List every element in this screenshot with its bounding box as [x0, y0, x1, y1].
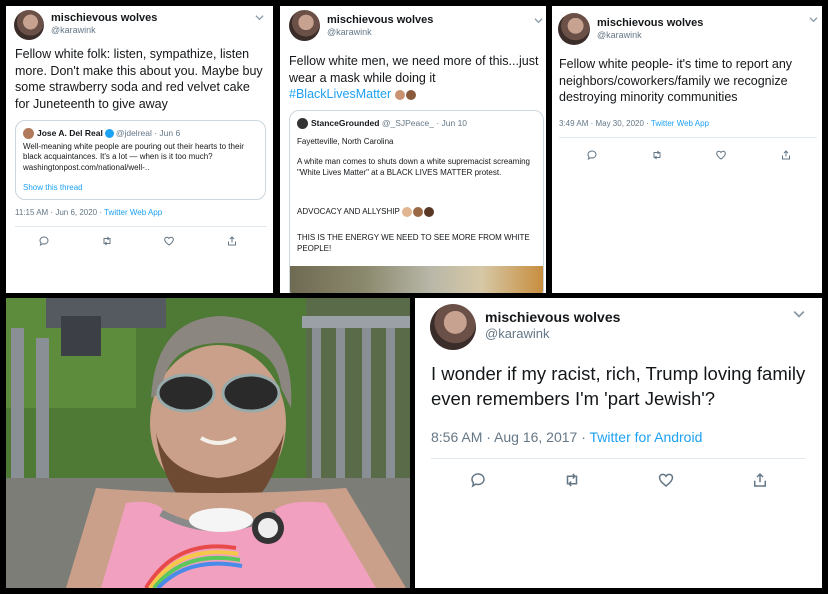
chevron-down-icon[interactable] — [793, 307, 805, 325]
tweet-card-4: mischievous wolves @karawink I wonder if… — [415, 298, 822, 588]
tweet-timestamp: 3:49 AM · May 30, 2020 · Twitter Web App — [559, 119, 710, 128]
quote-text: A white man comes to shuts down a white … — [297, 157, 530, 177]
action-bar — [586, 149, 792, 161]
raised-fist-emojis — [394, 89, 416, 100]
action-bar — [38, 235, 238, 247]
quote-name: StanceGrounded — [311, 118, 380, 128]
share-icon[interactable] — [751, 471, 769, 489]
tweet-text: I wonder if my racist, rich, Trump lovin… — [431, 363, 806, 409]
share-icon[interactable] — [226, 235, 238, 247]
tweet-card-2: mischievous wolves @karawink Fellow whit… — [280, 6, 546, 293]
retweet-icon[interactable] — [563, 471, 581, 489]
profile-photo — [6, 298, 410, 588]
chevron-down-icon[interactable] — [255, 9, 264, 27]
avatar[interactable] — [289, 10, 320, 41]
quote-avatar — [23, 128, 34, 140]
user-handle[interactable]: @karawink — [327, 27, 372, 37]
chevron-down-icon[interactable] — [809, 11, 818, 29]
share-icon[interactable] — [780, 149, 792, 161]
retweet-icon[interactable] — [651, 149, 663, 161]
quote-location: Fayetteville, North Carolina — [297, 137, 394, 146]
user-handle[interactable]: @karawink — [485, 326, 550, 341]
tweet-text: Fellow white men, we need more of this..… — [289, 54, 539, 101]
tweet-text: Fellow white people- it's time to report… — [559, 57, 793, 104]
quote-handle: @_SJPeace_ · Jun 10 — [381, 118, 468, 128]
quote-text-2: THIS IS THE ENERGY WE NEED TO SEE MORE F… — [297, 233, 530, 253]
quote-line: ADVOCACY AND ALLYSHIP — [297, 207, 434, 217]
tweet-card-3: mischievous wolves @karawink Fellow whit… — [552, 6, 822, 293]
tweet-timestamp: 11:15 AM · Jun 6, 2020 · Twitter Web App — [15, 208, 163, 217]
avatar[interactable] — [14, 10, 44, 40]
verified-icon — [104, 129, 114, 139]
show-thread-link[interactable]: Show this thread — [23, 183, 83, 192]
quoted-tweet[interactable]: StanceGrounded @_SJPeace_ · Jun 10 Fayet… — [289, 110, 544, 293]
divider — [15, 226, 267, 227]
client-link[interactable]: Twitter Web App — [104, 208, 162, 217]
tweet-text: Fellow white folk: listen, sympathize, l… — [15, 47, 263, 111]
user-handle[interactable]: @karawink — [597, 30, 642, 40]
like-icon[interactable] — [163, 235, 175, 247]
tweet-timestamp: 8:56 AM · Aug 16, 2017 · Twitter for And… — [431, 429, 703, 445]
like-icon[interactable] — [657, 471, 675, 489]
display-name[interactable]: mischievous wolves — [485, 309, 620, 325]
tweet-card-1: mischievous wolves @karawink Fellow whit… — [6, 6, 273, 293]
quoted-tweet[interactable]: Jose A. Del Real @jdelreal · Jun 6 Well-m… — [15, 120, 266, 200]
photo-illustration — [6, 298, 410, 588]
chevron-down-icon[interactable] — [534, 12, 543, 30]
avatar[interactable] — [558, 13, 590, 45]
action-bar — [469, 471, 769, 489]
quote-handle: @jdelreal · Jun 6 — [115, 128, 181, 138]
divider — [431, 458, 805, 459]
quote-name: Jose A. Del Real — [37, 128, 103, 138]
display-name[interactable]: mischievous wolves — [327, 14, 433, 26]
reply-icon[interactable] — [469, 471, 487, 489]
like-icon[interactable] — [715, 149, 727, 161]
display-name[interactable]: mischievous wolves — [597, 17, 703, 29]
retweet-icon[interactable] — [101, 235, 113, 247]
reply-icon[interactable] — [38, 235, 50, 247]
fist-emojis — [401, 207, 434, 217]
display-name[interactable]: mischievous wolves — [51, 12, 157, 24]
client-link[interactable]: Twitter for Android — [590, 429, 703, 445]
divider — [559, 137, 817, 138]
user-handle[interactable]: @karawink — [51, 25, 96, 35]
quote-text: Well-meaning white people are pouring ou… — [23, 142, 244, 172]
avatar[interactable] — [430, 304, 476, 350]
quote-avatar — [297, 118, 308, 130]
client-link[interactable]: Twitter Web App — [651, 119, 709, 128]
reply-icon[interactable] — [586, 149, 598, 161]
quote-video-thumbnail[interactable] — [290, 266, 543, 293]
hashtag-link[interactable]: #BlackLivesMatter — [289, 87, 391, 101]
